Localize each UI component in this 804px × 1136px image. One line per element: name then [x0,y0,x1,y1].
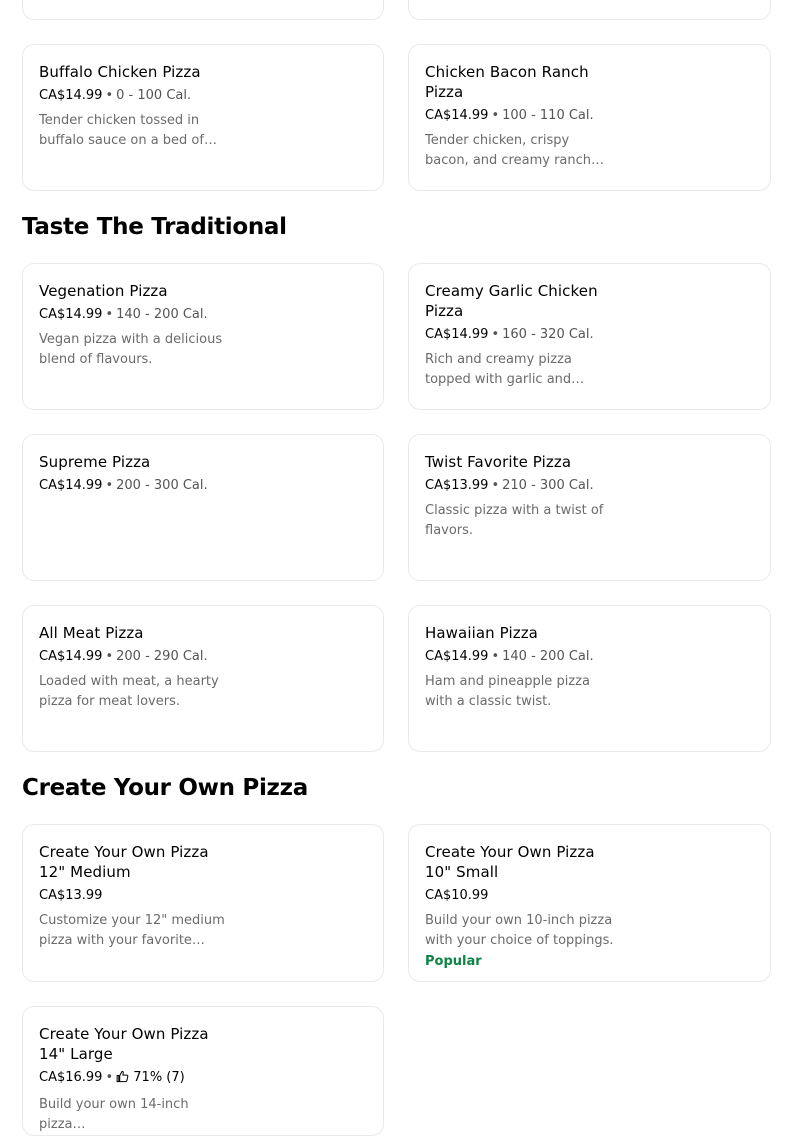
item-description: Rich and creamy pizza topped with garlic… [425,352,585,387]
popular-badge: Popular [425,954,482,969]
section-title-create-own: Create Your Own Pizza [22,775,308,801]
item-name: All Meat Pizza [39,624,144,642]
item-price: CA$13.99 [425,478,489,493]
menu-item-chicken-bacon-ranch[interactable]: Chicken Bacon Ranch Pizza CA$14.99 • 100 -… [408,44,771,191]
section-title-traditional: Taste The Traditional [22,214,287,240]
item-description: Classic pizza with a twist of flavors. [425,503,604,538]
item-name: Twist Favorite Pizza [425,453,572,471]
item-calories: 140 - 200 Cal. [502,649,594,664]
menu-item-cyo-small[interactable]: Create Your Own Pizza 10" Small CA$10.99… [408,824,771,982]
item-meta: CA$13.99 • 210 - 300 Cal. [425,478,594,493]
item-name: Supreme Pizza [39,453,151,471]
menu-item-creamy-garlic-chicken[interactable]: Creamy Garlic Chicken Pizza CA$14.99 • 160… [408,263,771,410]
item-price: CA$10.99 [425,888,489,903]
item-calories: 200 - 290 Cal. [116,649,208,664]
item-meta: CA$14.99 • 100 - 110 Cal. [425,108,594,123]
item-meta: CA$14.99 • 140 - 200 Cal. [39,307,208,322]
item-calories: 200 - 300 Cal. [116,478,208,493]
item-calories: 0 - 100 Cal. [116,88,192,103]
item-price: CA$14.99 [425,649,489,664]
item-description: Vegan pizza with a delicious blend of fl… [39,332,223,367]
item-name: Chicken Bacon Ranch Pizza [425,63,589,101]
item-price: CA$14.99 [39,88,103,103]
item-price: CA$16.99 [39,1070,103,1085]
thumbs-up-icon [116,1070,129,1089]
item-price: CA$13.99 [39,888,103,903]
item-rating: 71% (7) [133,1070,185,1085]
item-price: CA$14.99 [425,108,489,123]
item-description: Build your own 10-inch pizza with your c… [425,913,614,948]
item-meta: CA$10.99 [425,887,615,905]
menu-item-twist-favorite[interactable]: Twist Favorite Pizza CA$13.99 • 210 - 300 … [408,434,771,581]
item-calories: 140 - 200 Cal. [116,307,208,322]
item-price: CA$14.99 [39,478,103,493]
item-name: Create Your Own Pizza 10" Small [425,843,595,881]
item-name: Creamy Garlic Chicken Pizza [425,282,598,320]
item-name: Buffalo Chicken Pizza [39,63,201,81]
menu-item-cyo-large[interactable]: Create Your Own Pizza 14" Large CA$16.99… [22,1006,384,1136]
item-description: Loaded with meat, a hearty pizza for mea… [39,674,219,709]
menu-item-all-meat[interactable]: All Meat Pizza CA$14.99 • 200 - 290 Cal. L… [22,605,384,752]
item-meta: CA$14.99 • 200 - 300 Cal. [39,478,208,493]
item-name: Vegenation Pizza [39,282,168,300]
item-meta: CA$14.99 • 200 - 290 Cal. [39,649,208,664]
menu-item-buffalo-chicken[interactable]: Buffalo Chicken Pizza CA$14.99 • 0 - 100 C… [22,44,384,191]
item-price: CA$14.99 [39,649,103,664]
item-calories: 100 - 110 Cal. [502,108,594,123]
item-meta: CA$16.99 • 71% (7) [39,1069,229,1089]
item-description: Ham and pineapple pizza with a classic t… [425,674,590,709]
item-meta: CA$14.99 • 160 - 320 Cal. [425,327,594,342]
item-meta: CA$14.99 • 0 - 100 Cal. [39,88,192,103]
item-price: CA$14.99 [39,307,103,322]
menu-item-cyo-medium[interactable]: Create Your Own Pizza 12" Medium CA$13.9… [22,824,384,982]
menu-item-hawaiian[interactable]: Hawaiian Pizza CA$14.99 • 140 - 200 Cal. H… [408,605,771,752]
item-meta: CA$13.99 [39,887,229,905]
item-meta: CA$14.99 • 140 - 200 Cal. [425,649,594,664]
menu-item-card[interactable] [408,0,771,20]
item-name: Create Your Own Pizza 14" Large [39,1025,209,1063]
item-description: Build your own 14-inch pizza… [39,1097,189,1132]
item-description: Tender chicken, crispy bacon, and creamy… [425,133,605,168]
menu-item-supreme[interactable]: Supreme Pizza CA$14.99 • 200 - 300 Cal. [22,434,384,581]
item-name: Hawaiian Pizza [425,624,538,642]
menu-item-vegenation[interactable]: Vegenation Pizza CA$14.99 • 140 - 200 Cal.… [22,263,384,410]
item-description: Tender chicken tossed in buffalo sauce o… [39,113,217,148]
menu-item-card[interactable] [22,0,384,20]
item-calories: 210 - 300 Cal. [502,478,594,493]
item-calories: 160 - 320 Cal. [502,327,594,342]
item-name: Create Your Own Pizza 12" Medium [39,843,209,881]
item-price: CA$14.99 [425,327,489,342]
item-description: Customize your 12" medium pizza with you… [39,913,225,948]
